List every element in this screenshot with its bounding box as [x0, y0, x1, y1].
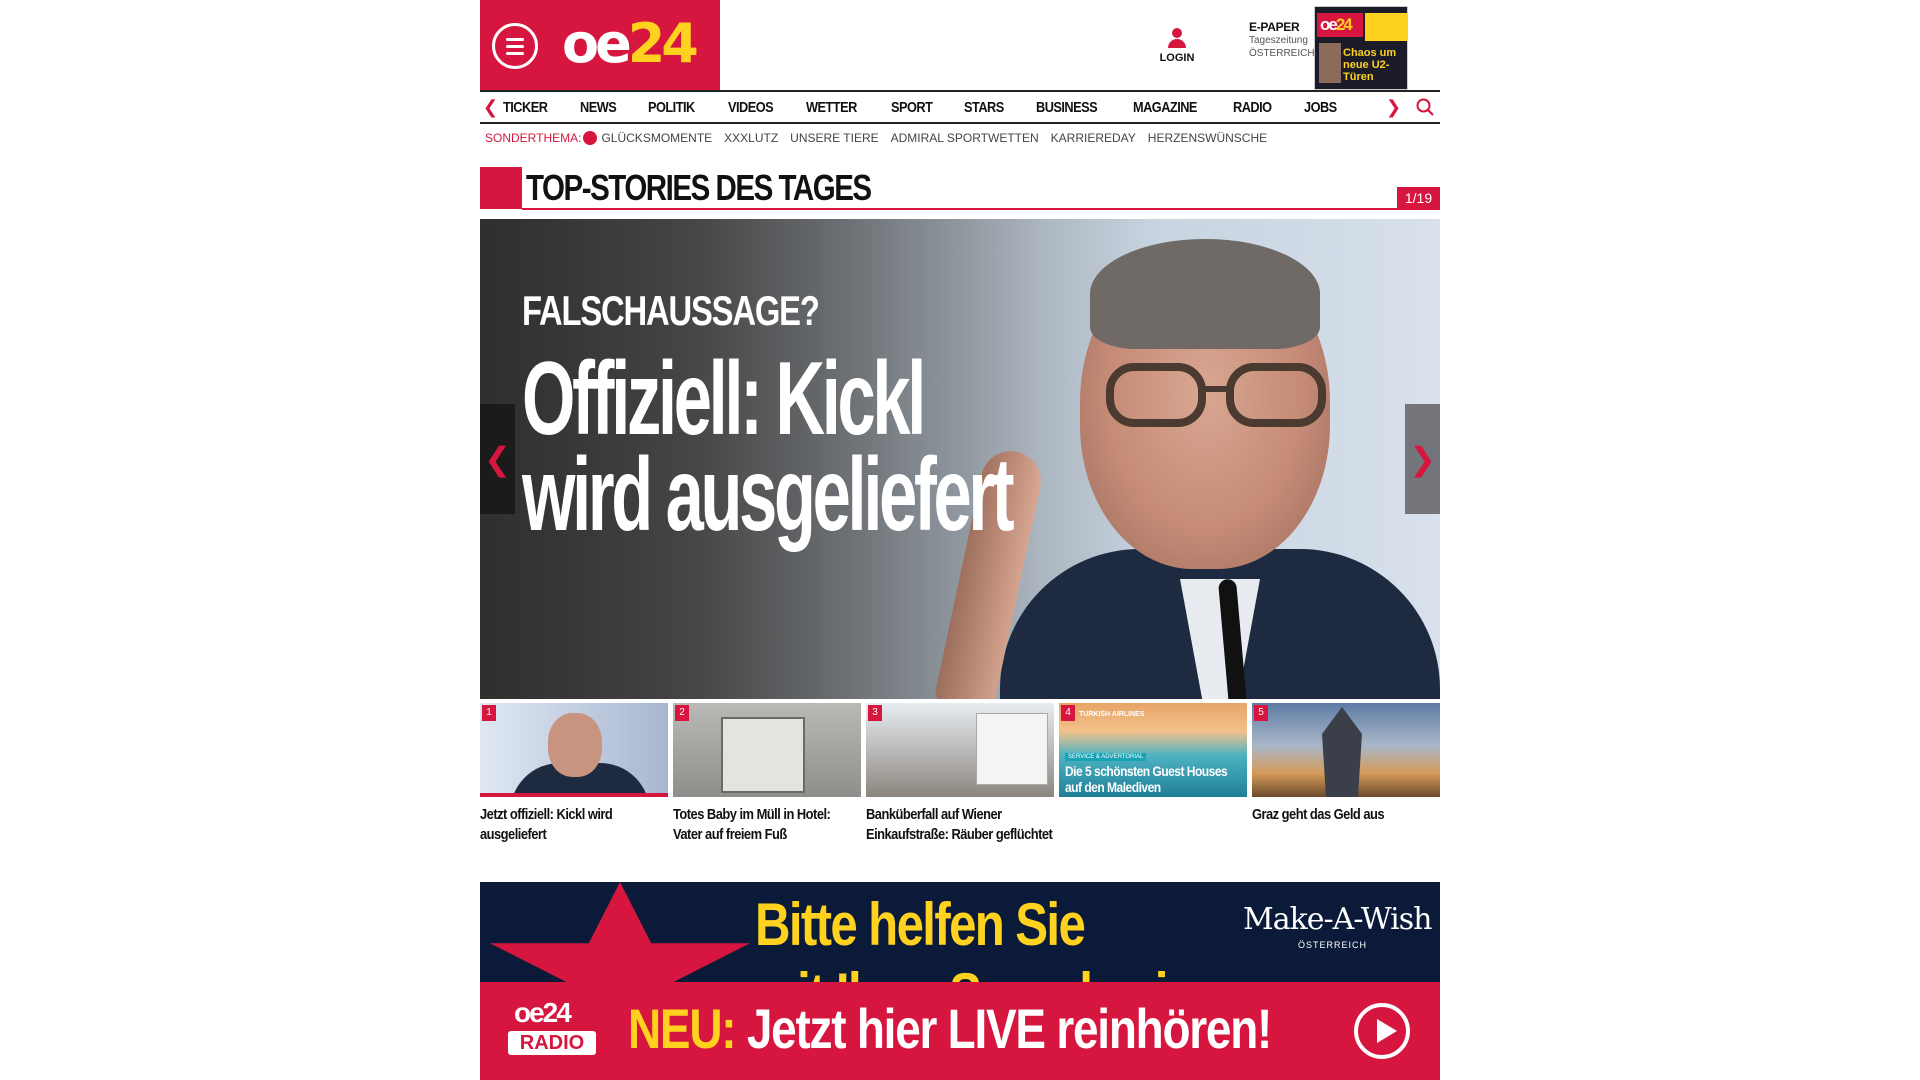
- thumb-number: 4: [1061, 705, 1075, 721]
- banner-brand-sub: ÖSTERREICH: [1298, 940, 1368, 950]
- slide-counter: 1/19: [1397, 187, 1440, 209]
- site-logo[interactable]: oe24: [562, 12, 699, 75]
- special-topics-bar: SONDERTHEMA: GLÜCKSMOMENTE XXXLUTZ UNSER…: [485, 128, 1279, 148]
- radio-live-bar[interactable]: oe24 RADIO NEU: Jetzt hier LIVE reinhöre…: [480, 982, 1440, 1080]
- epaper-cover-image[interactable]: oe24 Chaos um neue U2-Türen: [1314, 6, 1408, 90]
- heart-icon: [583, 131, 598, 145]
- radio-logo-top: oe24: [514, 997, 572, 1028]
- hero-photo-hair: [1090, 239, 1320, 349]
- nav-item-radio[interactable]: RADIO: [1233, 99, 1272, 116]
- banner-line-1: Bitte helfen Sie: [755, 891, 1086, 958]
- radio-message-text: Jetzt hier LIVE reinhören!: [746, 997, 1272, 1060]
- thumb-story-2[interactable]: 2 Totes Baby im Müll in Hotel: Vater auf…: [673, 703, 861, 863]
- site-header: oe24 LOGIN E-PAPER Tageszeitung ÖSTERREI…: [480, 0, 1440, 90]
- thumb-caption: Jetzt offiziell: Kickl wird ausgeliefert: [480, 806, 613, 843]
- login-button[interactable]: LOGIN: [1152, 28, 1202, 64]
- epaper-sub1: Tageszeitung: [1249, 35, 1308, 46]
- nav-items: TICKER NEWS POLITIK VIDEOS WETTER SPORT …: [503, 92, 1367, 122]
- nav-item-news[interactable]: NEWS: [580, 99, 617, 116]
- logo-area: oe24: [480, 0, 720, 90]
- slider-prev-icon[interactable]: ❮: [480, 404, 515, 514]
- special-item-admiral[interactable]: ADMIRAL SPORTWETTEN: [891, 131, 1039, 145]
- thumb-image: TURKISH AIRLINES SERVICE & ADVERTORIAL D…: [1059, 703, 1247, 797]
- thumb-ad-tag: SERVICE & ADVERTORIAL: [1065, 753, 1147, 761]
- special-item-herzenswuensche[interactable]: HERZENSWÜNSCHE: [1148, 131, 1267, 145]
- slider-next-icon[interactable]: ❯: [1405, 404, 1440, 514]
- radio-message: NEU: Jetzt hier LIVE reinhören!: [628, 996, 1272, 1061]
- epaper-title: E-PAPER: [1249, 20, 1300, 34]
- section-marker: [480, 167, 522, 209]
- radio-logo-bottom: RADIO: [508, 1031, 596, 1055]
- thumb-caption: Banküberfall auf Wiener Einkaufstraße: R…: [866, 806, 1053, 843]
- user-icon: [1168, 28, 1186, 48]
- cover-strip: [1365, 13, 1407, 41]
- special-item-unsere-tiere[interactable]: UNSERE TIERE: [790, 131, 878, 145]
- epaper-sub2: ÖSTERREICH: [1249, 48, 1315, 59]
- top-stories-header: TOP-STORIES DES TAGES 1/19: [480, 167, 1440, 211]
- hero-kicker: FALSCHAUSSAGE?: [522, 287, 820, 334]
- special-item-gluecksmomente[interactable]: GLÜCKSMOMENTE: [601, 131, 712, 145]
- hero-photo-glasses: [1106, 363, 1326, 427]
- thumb-caption: Totes Baby im Müll in Hotel: Vater auf f…: [673, 806, 831, 843]
- logo-24: 24: [627, 12, 699, 75]
- thumb-image: [673, 703, 861, 797]
- nav-item-wetter[interactable]: WETTER: [806, 99, 857, 116]
- hero-slide[interactable]: FALSCHAUSSAGE? Offiziell: Kickl wird aus…: [480, 219, 1440, 699]
- nav-item-politik[interactable]: POLITIK: [648, 99, 695, 116]
- special-item-xxxlutz[interactable]: XXXLUTZ: [724, 131, 778, 145]
- page: oe24 LOGIN E-PAPER Tageszeitung ÖSTERREI…: [480, 0, 1440, 1080]
- cover-photo: [1319, 43, 1341, 83]
- story-thumbnails: 1 Jetzt offiziell: Kickl wird ausgeliefe…: [480, 703, 1440, 863]
- nav-item-videos[interactable]: VIDEOS: [728, 99, 774, 116]
- thumb-number: 1: [482, 705, 496, 721]
- epaper-link[interactable]: E-PAPER Tageszeitung ÖSTERREICH: [1249, 21, 1315, 60]
- thumb-story-3[interactable]: 3 Banküberfall auf Wiener Einkaufstraße:…: [866, 703, 1054, 863]
- banner-line-2: mit Ihrer Spende einem: [755, 960, 1265, 982]
- nav-scroll-right-icon[interactable]: ❯: [1386, 98, 1401, 116]
- thumb-number: 5: [1254, 705, 1268, 721]
- nav-item-magazine[interactable]: MAGAZINE: [1133, 99, 1197, 116]
- special-label: SONDERTHEMA:: [485, 131, 582, 145]
- thumb-number: 2: [675, 705, 689, 721]
- thumb-story-4[interactable]: TURKISH AIRLINES SERVICE & ADVERTORIAL D…: [1059, 703, 1247, 863]
- radio-neu-label: NEU:: [628, 997, 737, 1060]
- thumb-caption: Graz geht das Geld aus: [1252, 806, 1385, 823]
- nav-item-ticker[interactable]: TICKER: [503, 99, 548, 116]
- nav-item-sport[interactable]: SPORT: [891, 99, 933, 116]
- radio-logo: oe24 RADIO: [508, 998, 600, 1064]
- special-item-karriereday[interactable]: KARRIEREDAY: [1051, 131, 1136, 145]
- main-nav: ❮ TICKER NEWS POLITIK VIDEOS WETTER SPOR…: [480, 90, 1440, 124]
- play-icon[interactable]: [1354, 1003, 1410, 1059]
- search-icon[interactable]: [1416, 98, 1434, 116]
- banner-brand: Make-A-Wish: [1243, 902, 1432, 937]
- thumb-ad-brand: TURKISH AIRLINES: [1079, 711, 1145, 718]
- thumb-story-1[interactable]: 1 Jetzt offiziell: Kickl wird ausgeliefe…: [480, 703, 668, 863]
- section-title: TOP-STORIES DES TAGES: [526, 167, 872, 208]
- thumb-story-5[interactable]: 5 Graz geht das Geld aus: [1252, 703, 1440, 863]
- star-icon: [490, 882, 750, 982]
- thumb-number: 3: [868, 705, 882, 721]
- make-a-wish-banner[interactable]: Bitte helfen Sie mit Ihrer Spende einem …: [480, 882, 1440, 982]
- nav-item-business[interactable]: BUSINESS: [1036, 99, 1098, 116]
- thumb-image: [866, 703, 1054, 797]
- thumb-image: [480, 703, 668, 797]
- hero-headline[interactable]: Offiziell: Kickl wird ausgeliefert: [522, 347, 1050, 547]
- thumb-image: [1252, 703, 1440, 797]
- login-label: LOGIN: [1159, 52, 1195, 64]
- nav-scroll-left-icon[interactable]: ❮: [483, 98, 498, 116]
- hamburger-menu-icon[interactable]: [492, 23, 538, 69]
- logo-oe: oe: [562, 12, 632, 75]
- nav-item-jobs[interactable]: JOBS: [1304, 99, 1337, 116]
- section-divider: [522, 208, 1440, 210]
- thumb-overlay-text: Die 5 schönsten Guest Houses auf den Mal…: [1065, 763, 1228, 795]
- nav-item-stars[interactable]: STARS: [964, 99, 1004, 116]
- cover-logo: oe24: [1317, 13, 1363, 37]
- cover-headline: Chaos um neue U2-Türen: [1343, 47, 1397, 83]
